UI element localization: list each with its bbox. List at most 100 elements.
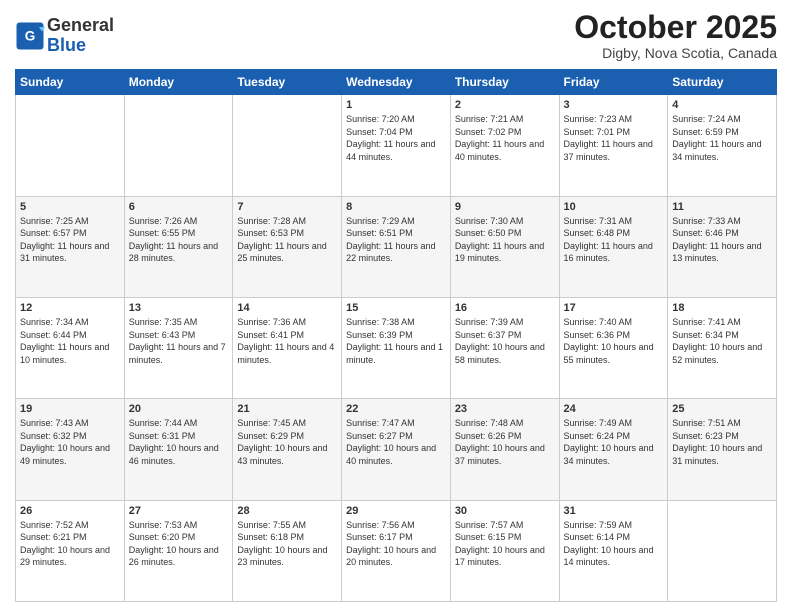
day-info: Sunrise: 7:47 AM Sunset: 6:27 PM Dayligh… xyxy=(346,417,446,467)
day-number: 13 xyxy=(129,302,229,314)
day-cell-0-6: 4 Sunrise: 7:24 AM Sunset: 6:59 PM Daylig… xyxy=(668,95,777,196)
day-cell-2-6: 18Sunrise: 7:41 AM Sunset: 6:34 PM Dayli… xyxy=(668,297,777,398)
day-info: Sunrise: 7:26 AM Sunset: 6:55 PM Dayligh… xyxy=(129,215,229,265)
title-block: October 2025 Digby, Nova Scotia, Canada xyxy=(574,10,777,61)
logo: G General Blue xyxy=(15,16,114,56)
col-tuesday: Tuesday xyxy=(233,70,342,95)
day-number: 6 xyxy=(129,201,229,213)
day-cell-1-0: 5Sunrise: 7:25 AM Sunset: 6:57 PM Daylig… xyxy=(16,196,125,297)
day-cell-1-1: 6 Sunrise: 7:26 AM Sunset: 6:55 PM Daylig… xyxy=(124,196,233,297)
day-cell-4-0: 26 Sunrise: 7:52 AM Sunset: 6:21 PM Dayli… xyxy=(16,500,125,601)
day-number: 1 xyxy=(346,99,446,111)
day-cell-0-2 xyxy=(233,95,342,196)
day-cell-2-2: 14Sunrise: 7:36 AM Sunset: 6:41 PM Dayli… xyxy=(233,297,342,398)
day-number: 2 xyxy=(455,99,555,111)
day-info: Sunrise: 7:56 AM Sunset: 6:17 PM Dayligh… xyxy=(346,519,446,569)
day-info: Sunrise: 7:29 AM Sunset: 6:51 PM Dayligh… xyxy=(346,215,446,265)
day-info: Sunrise: 7:55 AM Sunset: 6:18 PM Dayligh… xyxy=(237,519,337,569)
col-thursday: Thursday xyxy=(450,70,559,95)
day-info: Sunrise: 7:28 AM Sunset: 6:53 PM Dayligh… xyxy=(237,215,337,265)
day-number: 10 xyxy=(564,201,664,213)
day-info: Sunrise: 7:51 AM Sunset: 6:23 PM Dayligh… xyxy=(672,417,772,467)
day-info: Sunrise: 7:53 AM Sunset: 6:20 PM Dayligh… xyxy=(129,519,229,569)
day-number: 28 xyxy=(237,505,337,517)
day-number: 16 xyxy=(455,302,555,314)
day-info: Sunrise: 7:45 AM Sunset: 6:29 PM Dayligh… xyxy=(237,417,337,467)
week-row-1: 1 Sunrise: 7:20 AM Sunset: 7:04 PM Daylig… xyxy=(16,95,777,196)
day-info: Sunrise: 7:38 AM Sunset: 6:39 PM Dayligh… xyxy=(346,316,446,366)
day-info: Sunrise: 7:21 AM Sunset: 7:02 PM Dayligh… xyxy=(455,113,555,163)
logo-icon: G xyxy=(15,21,45,51)
day-info: Sunrise: 7:41 AM Sunset: 6:34 PM Dayligh… xyxy=(672,316,772,366)
day-info: Sunrise: 7:49 AM Sunset: 6:24 PM Dayligh… xyxy=(564,417,664,467)
day-cell-4-6 xyxy=(668,500,777,601)
day-info: Sunrise: 7:33 AM Sunset: 6:46 PM Dayligh… xyxy=(672,215,772,265)
day-cell-0-5: 3Sunrise: 7:23 AM Sunset: 7:01 PM Daylig… xyxy=(559,95,668,196)
day-number: 4 xyxy=(672,99,772,111)
day-cell-2-1: 13 Sunrise: 7:35 AM Sunset: 6:43 PM Dayli… xyxy=(124,297,233,398)
day-cell-0-3: 1 Sunrise: 7:20 AM Sunset: 7:04 PM Daylig… xyxy=(342,95,451,196)
week-row-2: 5Sunrise: 7:25 AM Sunset: 6:57 PM Daylig… xyxy=(16,196,777,297)
col-monday: Monday xyxy=(124,70,233,95)
day-cell-1-4: 9 Sunrise: 7:30 AM Sunset: 6:50 PM Daylig… xyxy=(450,196,559,297)
day-cell-3-5: 24 Sunrise: 7:49 AM Sunset: 6:24 PM Dayli… xyxy=(559,399,668,500)
week-row-4: 19Sunrise: 7:43 AM Sunset: 6:32 PM Dayli… xyxy=(16,399,777,500)
day-cell-1-5: 10Sunrise: 7:31 AM Sunset: 6:48 PM Dayli… xyxy=(559,196,668,297)
day-number: 22 xyxy=(346,403,446,415)
calendar-table: Sunday Monday Tuesday Wednesday Thursday… xyxy=(15,69,777,602)
day-info: Sunrise: 7:35 AM Sunset: 6:43 PM Dayligh… xyxy=(129,316,229,366)
col-saturday: Saturday xyxy=(668,70,777,95)
day-number: 26 xyxy=(20,505,120,517)
day-cell-4-3: 29Sunrise: 7:56 AM Sunset: 6:17 PM Dayli… xyxy=(342,500,451,601)
day-number: 17 xyxy=(564,302,664,314)
day-cell-2-0: 12Sunrise: 7:34 AM Sunset: 6:44 PM Dayli… xyxy=(16,297,125,398)
day-info: Sunrise: 7:59 AM Sunset: 6:14 PM Dayligh… xyxy=(564,519,664,569)
day-number: 30 xyxy=(455,505,555,517)
page: G General Blue October 2025 Digby, Nova … xyxy=(0,0,792,612)
day-info: Sunrise: 7:44 AM Sunset: 6:31 PM Dayligh… xyxy=(129,417,229,467)
week-row-5: 26 Sunrise: 7:52 AM Sunset: 6:21 PM Dayli… xyxy=(16,500,777,601)
day-info: Sunrise: 7:30 AM Sunset: 6:50 PM Dayligh… xyxy=(455,215,555,265)
day-info: Sunrise: 7:52 AM Sunset: 6:21 PM Dayligh… xyxy=(20,519,120,569)
day-number: 7 xyxy=(237,201,337,213)
header-row: Sunday Monday Tuesday Wednesday Thursday… xyxy=(16,70,777,95)
day-info: Sunrise: 7:57 AM Sunset: 6:15 PM Dayligh… xyxy=(455,519,555,569)
day-cell-2-4: 16 Sunrise: 7:39 AM Sunset: 6:37 PM Dayli… xyxy=(450,297,559,398)
day-info: Sunrise: 7:39 AM Sunset: 6:37 PM Dayligh… xyxy=(455,316,555,366)
day-number: 9 xyxy=(455,201,555,213)
logo-text: General Blue xyxy=(47,16,114,56)
week-row-3: 12Sunrise: 7:34 AM Sunset: 6:44 PM Dayli… xyxy=(16,297,777,398)
day-cell-4-1: 27 Sunrise: 7:53 AM Sunset: 6:20 PM Dayli… xyxy=(124,500,233,601)
day-number: 24 xyxy=(564,403,664,415)
day-info: Sunrise: 7:24 AM Sunset: 6:59 PM Dayligh… xyxy=(672,113,772,163)
day-number: 3 xyxy=(564,99,664,111)
day-cell-1-2: 7 Sunrise: 7:28 AM Sunset: 6:53 PM Daylig… xyxy=(233,196,342,297)
location-subtitle: Digby, Nova Scotia, Canada xyxy=(574,45,777,61)
logo-general: General xyxy=(47,16,114,36)
day-number: 27 xyxy=(129,505,229,517)
day-number: 20 xyxy=(129,403,229,415)
day-info: Sunrise: 7:20 AM Sunset: 7:04 PM Dayligh… xyxy=(346,113,446,163)
day-info: Sunrise: 7:36 AM Sunset: 6:41 PM Dayligh… xyxy=(237,316,337,366)
day-info: Sunrise: 7:34 AM Sunset: 6:44 PM Dayligh… xyxy=(20,316,120,366)
col-sunday: Sunday xyxy=(16,70,125,95)
day-info: Sunrise: 7:25 AM Sunset: 6:57 PM Dayligh… xyxy=(20,215,120,265)
day-info: Sunrise: 7:48 AM Sunset: 6:26 PM Dayligh… xyxy=(455,417,555,467)
day-number: 21 xyxy=(237,403,337,415)
day-info: Sunrise: 7:40 AM Sunset: 6:36 PM Dayligh… xyxy=(564,316,664,366)
col-wednesday: Wednesday xyxy=(342,70,451,95)
day-cell-1-3: 8Sunrise: 7:29 AM Sunset: 6:51 PM Daylig… xyxy=(342,196,451,297)
col-friday: Friday xyxy=(559,70,668,95)
day-cell-2-3: 15Sunrise: 7:38 AM Sunset: 6:39 PM Dayli… xyxy=(342,297,451,398)
day-number: 23 xyxy=(455,403,555,415)
day-cell-0-1 xyxy=(124,95,233,196)
day-cell-3-0: 19Sunrise: 7:43 AM Sunset: 6:32 PM Dayli… xyxy=(16,399,125,500)
day-cell-3-2: 21 Sunrise: 7:45 AM Sunset: 6:29 PM Dayli… xyxy=(233,399,342,500)
day-cell-2-5: 17 Sunrise: 7:40 AM Sunset: 6:36 PM Dayli… xyxy=(559,297,668,398)
day-cell-0-4: 2 Sunrise: 7:21 AM Sunset: 7:02 PM Daylig… xyxy=(450,95,559,196)
month-title: October 2025 xyxy=(574,10,777,45)
header: G General Blue October 2025 Digby, Nova … xyxy=(15,10,777,61)
svg-text:G: G xyxy=(25,28,36,43)
day-cell-4-4: 30 Sunrise: 7:57 AM Sunset: 6:15 PM Dayli… xyxy=(450,500,559,601)
day-cell-0-0 xyxy=(16,95,125,196)
